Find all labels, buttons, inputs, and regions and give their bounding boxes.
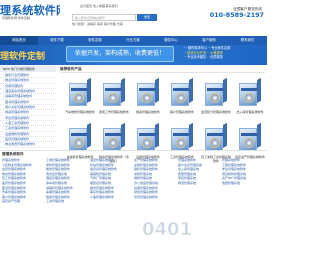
product-name[interactable]: 通用工作管理系统软件 xyxy=(98,110,130,114)
logo-subtitle: 管理软件网 软件定制 xyxy=(2,16,30,20)
software-box-icon[interactable] xyxy=(103,122,125,151)
category-link[interactable]: 物流管理系统 xyxy=(178,181,221,186)
watermark-text: 0401导航库 xyxy=(142,218,246,239)
search-button[interactable]: 搜索 xyxy=(137,14,157,21)
category-column: 管理系统软件 客户关系管理系统 出入库管理系统 质量管理系统 项目管理系统 物流管理系统 xyxy=(178,158,221,186)
banner-feature-list: ··· 随时需求可以 ·· 专业软件定制 ·· 成熟平台开发 ·· 价格更低 ·… xyxy=(184,46,265,65)
software-box-icon[interactable] xyxy=(239,122,261,151)
software-box-icon[interactable] xyxy=(205,122,227,151)
software-box-icon[interactable] xyxy=(103,77,125,106)
search-input[interactable]: 输入软件名称或关键字 xyxy=(72,14,136,21)
software-box-icon[interactable] xyxy=(171,122,193,151)
sidebar-category-list: 餐饮行业管理软件 物资管理系统软件 仓库管理软件 酒店客房管理系统软件 进销存管… xyxy=(0,73,56,148)
software-box-icon[interactable] xyxy=(205,77,227,106)
category-link[interactable]: 工资管理系统 xyxy=(46,199,89,204)
category-link[interactable]: 人事管理系统软件 xyxy=(90,195,133,200)
nav-item-home[interactable]: 网站首页 xyxy=(0,36,38,45)
category-column: 管理系统软件 工程管理系统软件 学生管理系统软件 培训机构管理系统 房产中介管理系统 收银… xyxy=(222,158,265,186)
nav-item-solutions[interactable]: 行业方案 xyxy=(114,36,152,45)
software-box-icon[interactable] xyxy=(69,122,91,151)
site-logo[interactable]: 理系统软件网 xyxy=(0,2,60,16)
products-heading: 推荐软件产品 xyxy=(60,66,265,73)
software-box-icon[interactable] xyxy=(239,77,261,106)
watermark-logo: 0401导航库 xyxy=(142,218,247,239)
sidebar-heading: NEW 热门分类管理软件 xyxy=(0,66,56,72)
category-column: 工地管理系统软件 学校管理系统软件 餐饮管理系统软件 洗衣店管理系统 酒店管理系统软件停… xyxy=(46,158,89,204)
nav-item-service[interactable]: 服务中心 xyxy=(152,36,190,45)
nav-item-download[interactable]: 软件下载 xyxy=(38,36,76,45)
nav-item-custom[interactable]: 软件定制 xyxy=(76,36,114,45)
category-column: 管理系统软件 小区物业管理系统软件 会员管理系统软件 物资管理系统软件 员工管理系统软件… xyxy=(2,158,45,204)
software-box-icon[interactable] xyxy=(137,77,159,106)
section-divider xyxy=(0,150,267,151)
category-link[interactable]: 收银管理系统 xyxy=(222,181,265,186)
category-link[interactable]: 合同管理系统软件 xyxy=(134,195,177,200)
nav-item-cases[interactable]: 客户案例 xyxy=(190,36,228,45)
bottom-section-title: 管理系统软件 xyxy=(2,152,24,156)
search-hot-tags[interactable]: 热门搜索：进销存 库存 客户管理 仓库 xyxy=(72,22,162,26)
banner-title: 理软件定制 xyxy=(0,52,46,60)
banner-cta-button[interactable]: 依据开发，架构成熟，收费更低！ xyxy=(66,46,174,62)
software-box-icon[interactable] xyxy=(69,77,91,106)
category-link[interactable]: 固定资产管理 xyxy=(2,199,45,204)
software-box-icon[interactable] xyxy=(137,122,159,151)
software-box-icon[interactable] xyxy=(171,77,193,106)
category-column: 温室管理系统软件 奶站管理系统软件 健身房管理系统软件 美容院管理系统 汽修厂管理系统服… xyxy=(90,158,133,199)
sidebar-item[interactable]: 物业收费管理系统软件 xyxy=(0,142,56,148)
product-name[interactable]: 出入库管理系统软件 xyxy=(234,110,266,114)
category-column: 生产管理系统软件 采购管理系统软件 销售管理系统软件 考勤管理系统 维修管理系统 办公用品… xyxy=(134,158,177,199)
nav-item-contact[interactable]: 联系我们 xyxy=(228,36,267,45)
hotline-number: 010-8589-2197 xyxy=(209,11,264,19)
product-name[interactable]: 档案管理系统软件 xyxy=(132,110,164,114)
product-name[interactable]: 会员积分管理系统软件 xyxy=(200,110,232,114)
product-name[interactable]: 客户管理系统软件 xyxy=(166,110,198,114)
banner-feature-row: ·· 专业技术团队 ·· 优质服务 xyxy=(184,55,223,59)
top-links[interactable]: 设为首页 加入收藏 联系我们 xyxy=(80,4,160,8)
product-name[interactable]: 汽车维修管理系统软件 xyxy=(64,110,96,114)
